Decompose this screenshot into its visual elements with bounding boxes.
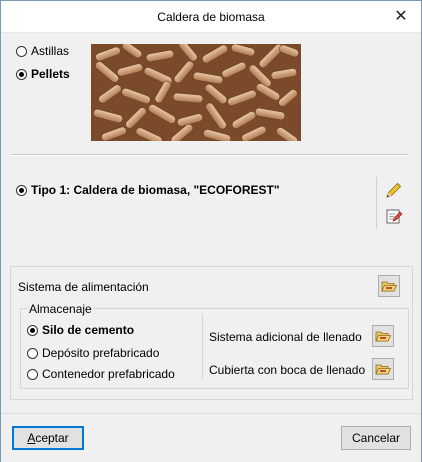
extra-fill-label: Sistema adicional de llenado xyxy=(209,330,362,344)
edit-document-icon[interactable] xyxy=(384,206,404,226)
wood-pellets-image xyxy=(91,44,301,141)
open-folder-icon xyxy=(381,281,397,292)
close-button[interactable]: ✕ xyxy=(391,7,411,27)
cancel-button[interactable]: Cancelar xyxy=(341,426,411,450)
accept-button[interactable]: Aceptar xyxy=(12,426,84,450)
feed-system-button[interactable] xyxy=(378,275,400,297)
deposito-prefabricado-label: Depósito prefabricado xyxy=(42,346,160,360)
cover-button[interactable] xyxy=(372,358,394,380)
radio-indicator-selected xyxy=(16,68,27,80)
window-title: Caldera de biomasa xyxy=(157,10,265,24)
radio-pellets-label: Pellets xyxy=(31,67,70,81)
pencil-icon[interactable] xyxy=(384,180,404,200)
dialog-window: Caldera de biomasa ✕ Astillas Pellets Ti… xyxy=(0,0,422,462)
radio-indicator xyxy=(16,45,27,57)
tool-divider xyxy=(376,177,377,229)
radio-indicator-selected xyxy=(27,324,38,336)
radio-silo-cemento[interactable]: Silo de cemento xyxy=(27,323,134,337)
radio-type-1[interactable]: Tipo 1: Caldera de biomasa, "ECOFOREST" xyxy=(16,183,280,197)
radio-indicator xyxy=(27,368,38,380)
radio-deposito-prefabricado[interactable]: Depósito prefabricado xyxy=(27,346,159,360)
contenedor-prefabricado-label: Contenedor prefabricado xyxy=(42,367,175,381)
wood-pellets-photo xyxy=(91,44,301,141)
open-folder-icon xyxy=(375,331,391,342)
accept-mnemonic: A xyxy=(27,431,36,445)
feed-system-label: Sistema de alimentación xyxy=(18,280,149,294)
storage-divider xyxy=(202,314,203,379)
open-folder-icon xyxy=(375,364,391,375)
radio-indicator-selected xyxy=(16,184,27,196)
radio-astillas-label: Astillas xyxy=(31,44,70,58)
radio-indicator xyxy=(27,347,38,359)
type-1-label: Tipo 1: Caldera de biomasa, "ECOFOREST" xyxy=(31,183,280,197)
radio-astillas[interactable]: Astillas xyxy=(16,44,69,58)
radio-contenedor-prefabricado[interactable]: Contenedor prefabricado xyxy=(27,367,175,381)
silo-cemento-label: Silo de cemento xyxy=(42,323,135,337)
divider-highlight xyxy=(11,155,409,156)
accept-label-rest: ceptar xyxy=(35,431,69,445)
radio-pellets[interactable]: Pellets xyxy=(16,67,70,81)
extra-fill-button[interactable] xyxy=(372,325,394,347)
cover-label: Cubierta con boca de llenado xyxy=(209,363,366,377)
title-bar: Caldera de biomasa ✕ xyxy=(1,1,421,33)
storage-legend: Almacenaje xyxy=(28,302,93,316)
